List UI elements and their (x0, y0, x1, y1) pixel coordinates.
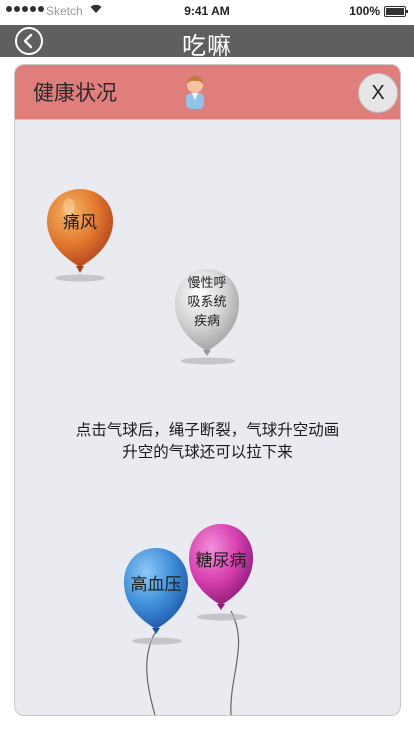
nav-title: 吃嘛 (182, 32, 232, 60)
balloon-hypertension[interactable]: 高血压 (121, 545, 191, 645)
doctor-avatar-icon (186, 76, 204, 109)
balloon-label-line: 慢性呼 (187, 276, 227, 291)
balloon-label: 痛风 (63, 213, 97, 233)
close-button[interactable]: X (358, 73, 398, 113)
battery-icon (384, 6, 408, 17)
balloon-diabetes[interactable]: 糖尿病 (186, 521, 256, 621)
balloon-label-line: 吸系统 (187, 295, 227, 310)
balloon-gout[interactable]: 痛风 (43, 185, 117, 282)
status-bar: Sketch 9:41 AM 100% (0, 0, 414, 22)
instruction-line: 点击气球后，绳子断裂，气球升空动画 (75, 421, 340, 439)
instructions-text: 点击气球后，绳子断裂，气球升空动画 升空的气球还可以拉下来 (15, 419, 400, 463)
health-status-card: 健康状况 X 痛风 慢性呼 吸系统 疾病 点击气球后，绳子断裂，气球升空动画 升… (14, 64, 401, 716)
balloon-label: 糖尿病 (195, 551, 247, 571)
card-header: 健康状况 X (15, 65, 400, 120)
battery-percentage: 100% (349, 4, 380, 18)
nav-bar: 吃嘛 (0, 25, 414, 60)
balloon-label-line: 疾病 (193, 314, 220, 329)
balloon-label: 慢性呼 吸系统 疾病 (171, 274, 243, 331)
balloon-chronic-respiratory[interactable]: 慢性呼 吸系统 疾病 (171, 265, 243, 367)
card-title: 健康状况 (33, 81, 117, 105)
instruction-line: 升空的气球还可以拉下来 (122, 443, 293, 461)
balloon-strings (146, 610, 240, 715)
balloon-label: 高血压 (130, 575, 182, 595)
